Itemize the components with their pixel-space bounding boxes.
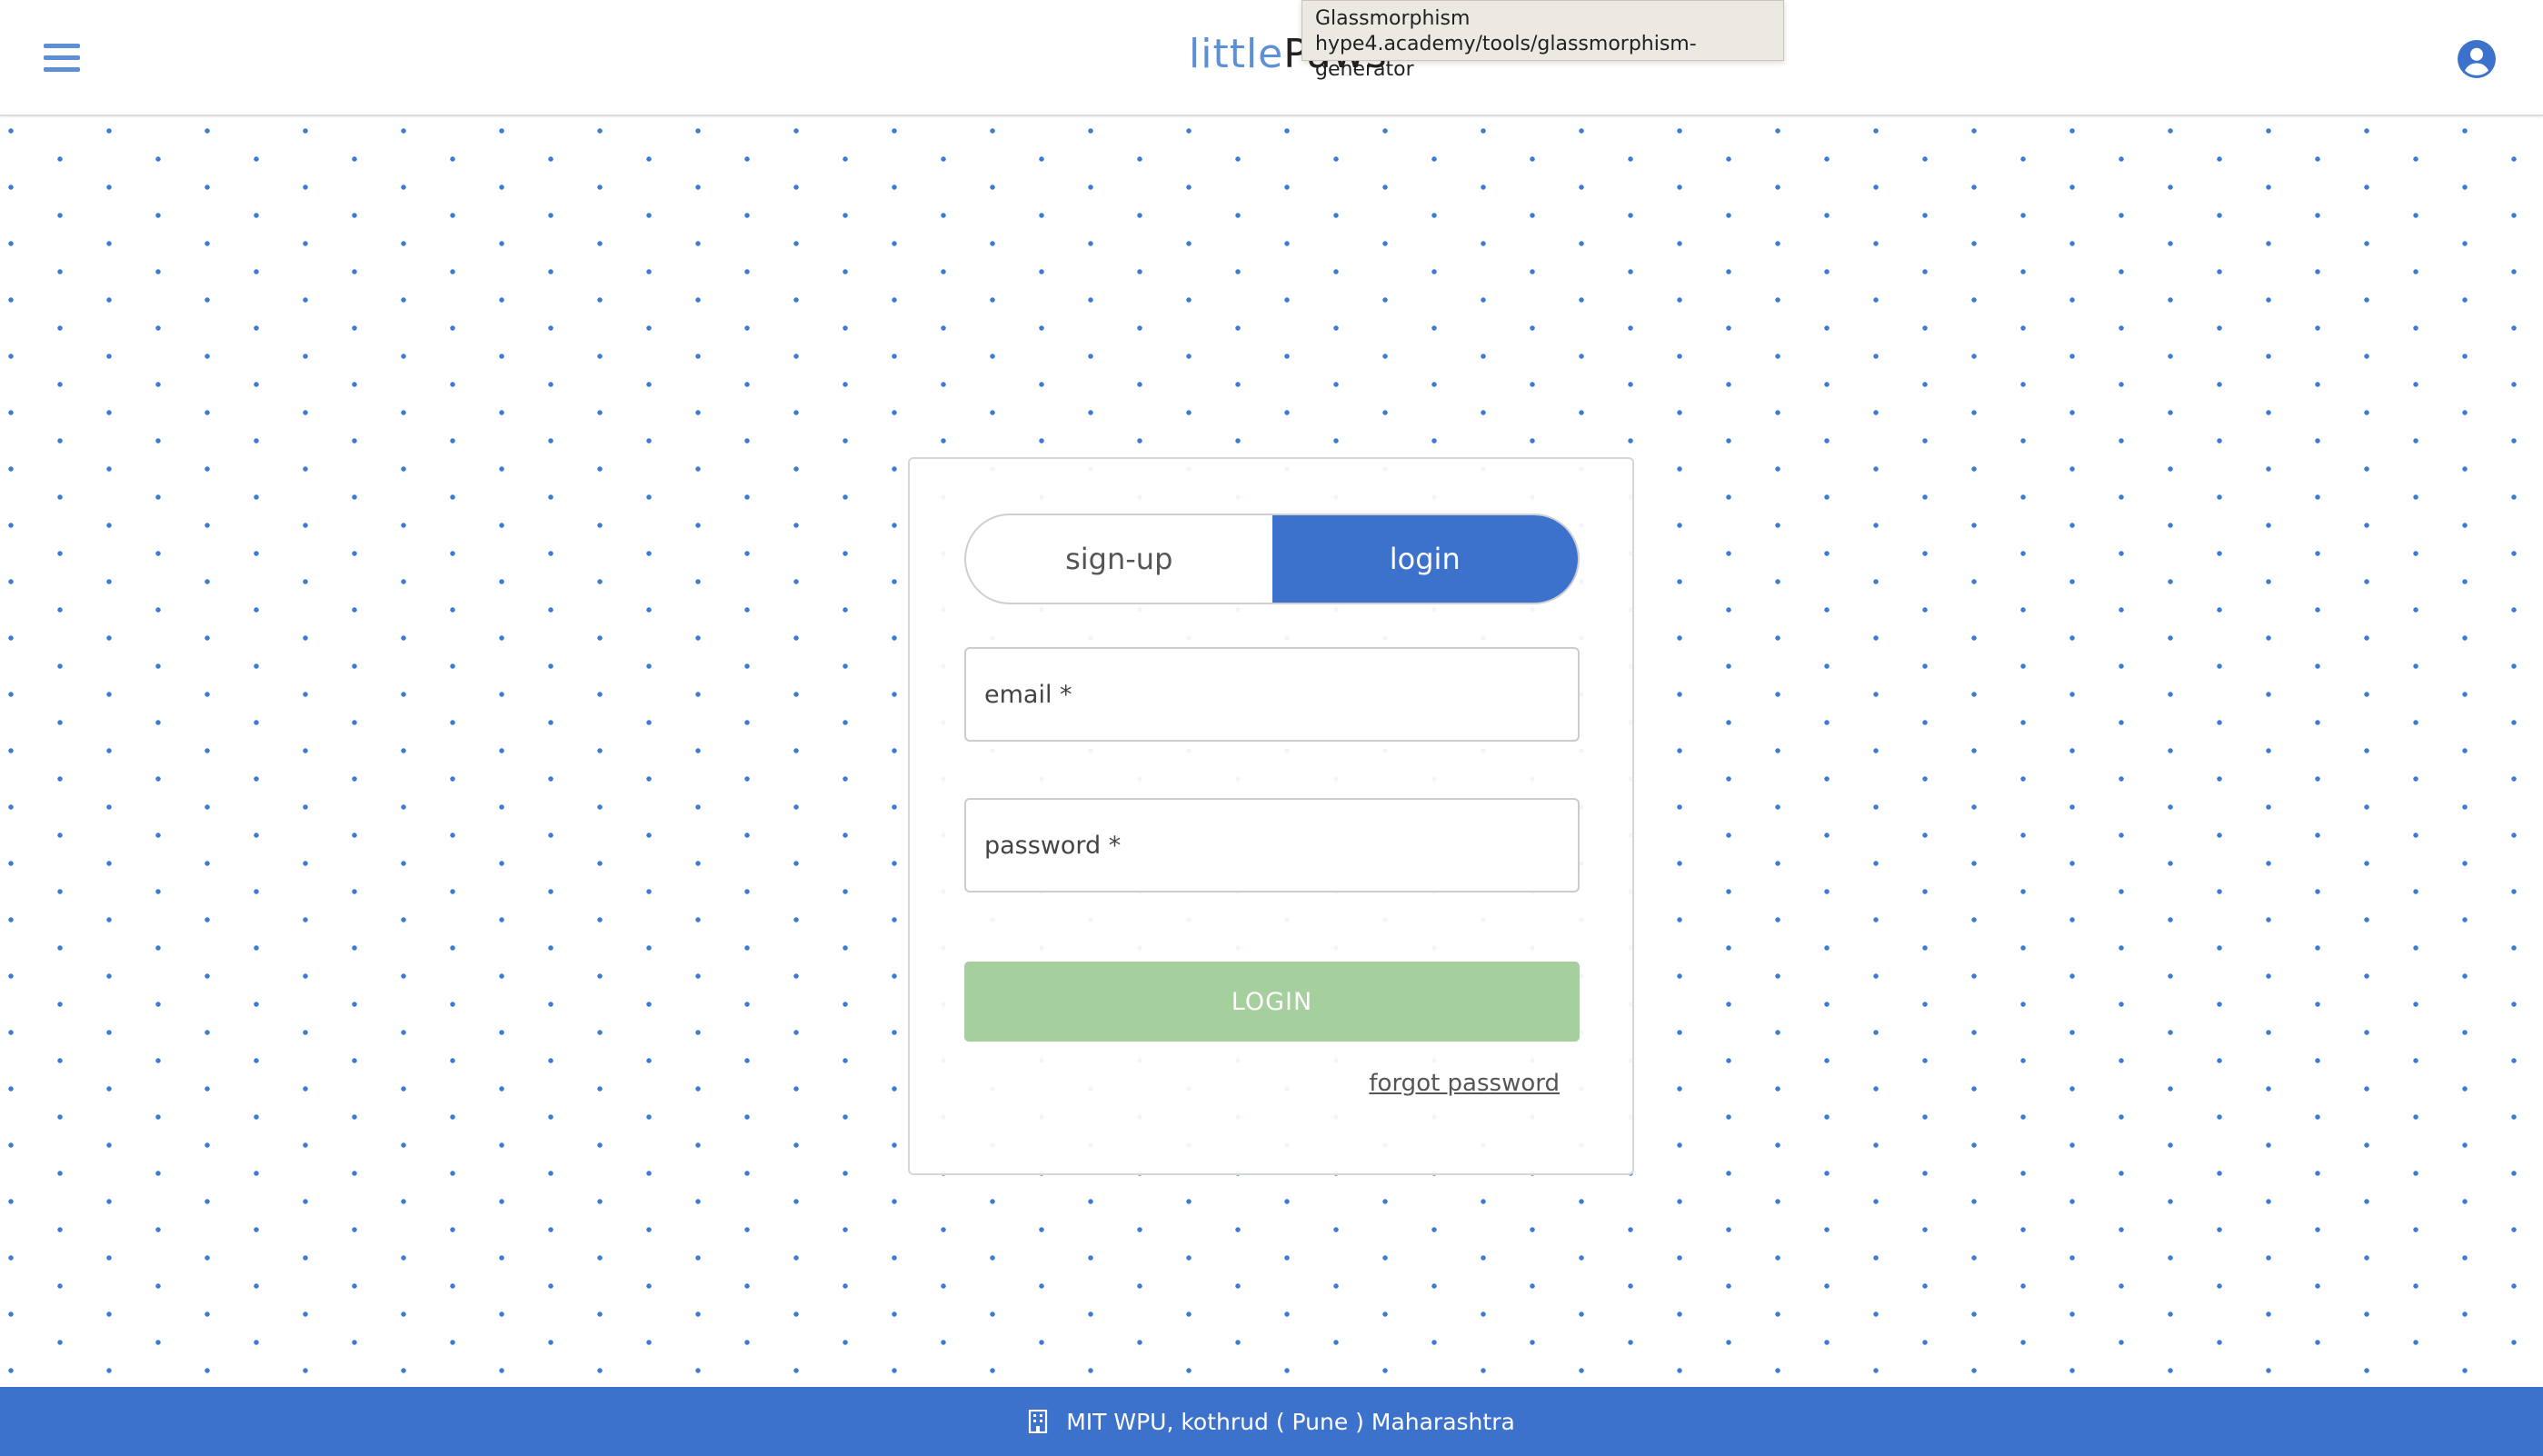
auth-mode-toggle: sign-up login [964, 514, 1580, 604]
email-field-container [964, 647, 1580, 742]
brand-name-part1: little [1189, 31, 1284, 77]
footer-bar: MIT WPU, kothrud ( Pune ) Maharashtra [0, 1387, 2543, 1456]
email-field[interactable] [966, 649, 1578, 740]
footer-address: MIT WPU, kothrud ( Pune ) Maharashtra [1066, 1408, 1515, 1435]
account-circle-icon[interactable] [2458, 40, 2496, 78]
hamburger-menu-icon[interactable] [44, 44, 80, 73]
building-icon [1029, 1410, 1048, 1433]
auth-card: sign-up login LOGIN forgot password [908, 457, 1634, 1175]
password-field[interactable] [966, 800, 1578, 891]
dotted-background: sign-up login LOGIN forgot password [0, 118, 2543, 1387]
top-app-bar: littlePaws [0, 0, 2543, 116]
tooltip-title: Glassmorphism [1315, 7, 1471, 30]
tooltip-url: hype4.academy/tools/glassmorphism-genera… [1315, 33, 1697, 81]
tab-login[interactable]: login [1272, 515, 1578, 603]
forgot-password-link[interactable]: forgot password [1369, 1070, 1560, 1097]
browser-tooltip: Glassmorphism hype4.academy/tools/glassm… [1301, 0, 1784, 81]
password-field-container [964, 798, 1580, 893]
tab-sign-up[interactable]: sign-up [966, 515, 1272, 603]
login-button[interactable]: LOGIN [964, 962, 1580, 1042]
